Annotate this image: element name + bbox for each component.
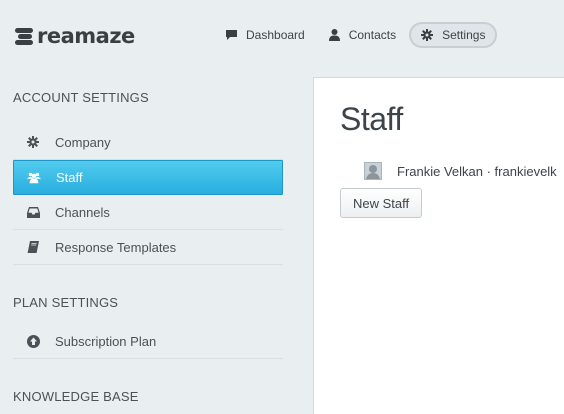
nav-settings[interactable]: Settings — [409, 22, 498, 48]
upload-circle-icon — [26, 334, 40, 348]
sidebar-item-channels[interactable]: Channels — [13, 195, 283, 230]
main-panel: Staff Frankie Velkan · frankievelk New S… — [313, 77, 564, 414]
account-settings-heading: ACCOUNT SETTINGS — [13, 90, 149, 105]
page-title: Staff — [340, 101, 403, 137]
main-nav: Dashboard Contacts Settings — [215, 22, 499, 48]
book-icon — [26, 240, 40, 254]
sidebar-item-label: Channels — [55, 204, 110, 220]
nav-dashboard[interactable]: Dashboard — [215, 22, 316, 48]
knowledge-base-heading: KNOWLEDGE BASE — [13, 389, 139, 404]
sidebar-item-label: Company — [55, 134, 111, 150]
nav-contacts[interactable]: Contacts — [318, 22, 407, 48]
sidebar-item-company[interactable]: Company — [13, 125, 283, 160]
logo-mark-icon — [15, 26, 35, 46]
chat-bubble-icon — [226, 29, 237, 41]
top-bar: reamaze Dashboard Contacts Settings — [0, 0, 564, 78]
staff-row[interactable]: Frankie Velkan · frankievelk — [364, 162, 557, 180]
person-icon — [328, 29, 340, 41]
people-icon — [27, 171, 41, 185]
reamaze-logo[interactable]: reamaze — [15, 24, 135, 48]
inbox-icon — [26, 205, 40, 219]
sidebar-item-subscription-plan[interactable]: Subscription Plan — [13, 324, 283, 359]
sidebar-item-response-templates[interactable]: Response Templates — [13, 230, 283, 265]
sidebar-item-label: Response Templates — [55, 239, 177, 255]
sidebar-item-staff[interactable]: Staff — [13, 160, 283, 195]
nav-settings-label: Settings — [442, 28, 486, 42]
gear-icon — [26, 135, 40, 149]
sidebar-item-label: Staff — [56, 170, 83, 185]
sidebar-item-label: Subscription Plan — [55, 333, 157, 349]
nav-contacts-label: Contacts — [348, 28, 397, 42]
logo-text: reamaze — [37, 24, 135, 48]
new-staff-button[interactable]: New Staff — [340, 188, 423, 218]
staff-name-email: Frankie Velkan · frankievelk — [397, 163, 557, 179]
avatar — [364, 162, 382, 180]
plan-settings-heading: PLAN SETTINGS — [13, 295, 119, 310]
settings-sidebar: ACCOUNT SETTINGS Company Staff Channels … — [13, 78, 283, 407]
gear-icon — [421, 29, 434, 41]
nav-dashboard-label: Dashboard — [246, 28, 305, 42]
